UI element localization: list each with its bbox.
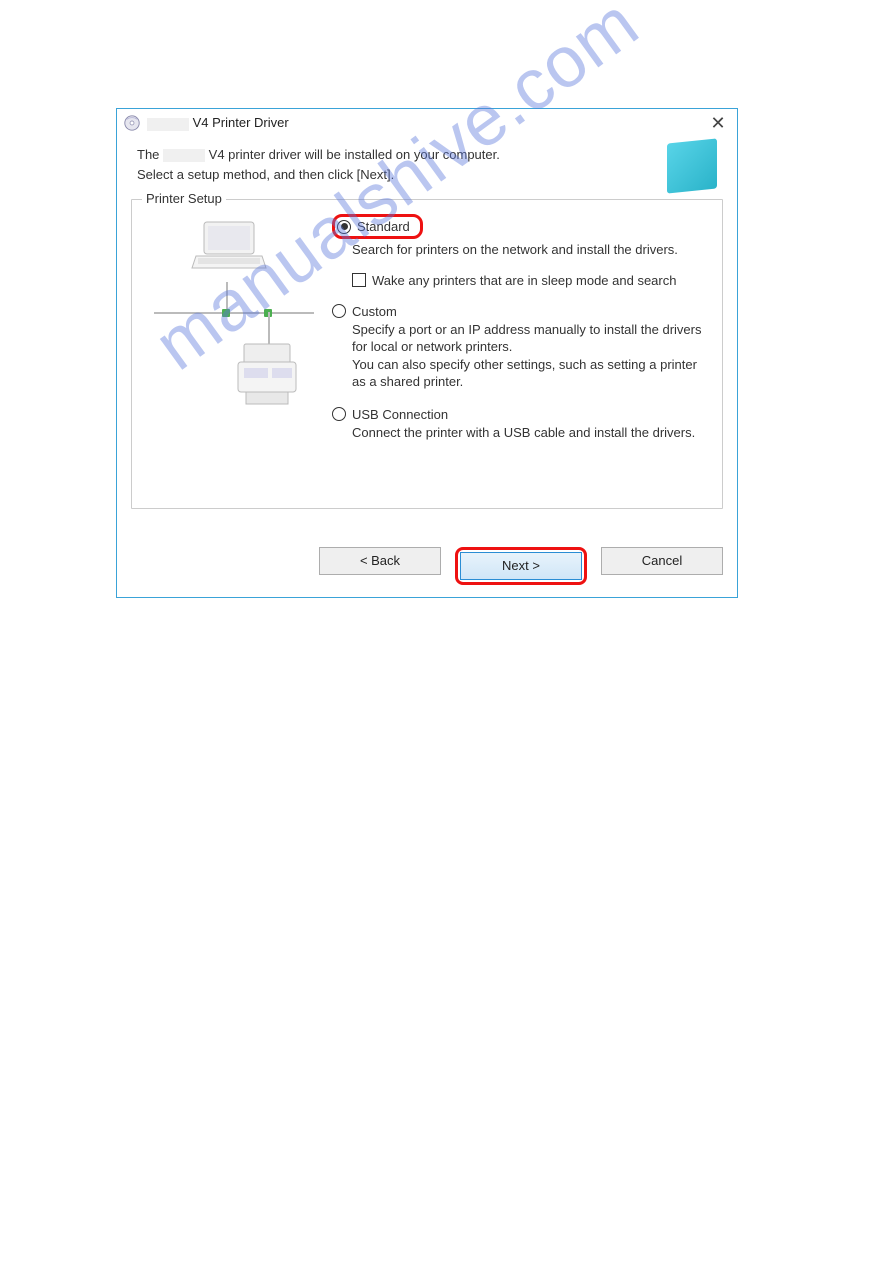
- installer-disc-icon: [123, 114, 141, 132]
- radio-custom[interactable]: [332, 304, 346, 318]
- usb-label: USB Connection: [352, 407, 448, 422]
- printer-icon: [234, 342, 300, 412]
- next-button-highlight: Next >: [455, 547, 587, 585]
- radio-usb[interactable]: [332, 407, 346, 421]
- standard-radio-highlight: Standard: [332, 214, 423, 239]
- installer-dialog: V4 Printer Driver ✕ The V4 printer drive…: [116, 108, 738, 598]
- network-diagram: [144, 214, 324, 496]
- wake-checkbox-label: Wake any printers that are in sleep mode…: [372, 273, 676, 288]
- standard-label: Standard: [357, 219, 410, 234]
- wake-checkbox-row: Wake any printers that are in sleep mode…: [352, 273, 710, 288]
- radio-standard[interactable]: [337, 220, 351, 234]
- printer-setup-group: Printer Setup: [131, 199, 723, 509]
- option-usb: USB Connection Connect the printer with …: [332, 407, 710, 442]
- dialog-title: V4 Printer Driver: [147, 115, 289, 130]
- laptop-icon: [190, 218, 268, 278]
- back-button[interactable]: < Back: [319, 547, 441, 575]
- brand-placeholder-2: [163, 149, 205, 162]
- titlebar: V4 Printer Driver ✕: [117, 109, 737, 137]
- standard-desc: Search for printers on the network and i…: [352, 241, 710, 259]
- intro-section: The V4 printer driver will be installed …: [117, 137, 737, 195]
- usb-desc: Connect the printer with a USB cable and…: [352, 424, 710, 442]
- header-cube-icon: [667, 138, 717, 193]
- custom-label: Custom: [352, 304, 397, 319]
- brand-placeholder: [147, 118, 189, 131]
- intro-line2: Select a setup method, and then click [N…: [137, 165, 657, 185]
- next-button[interactable]: Next >: [460, 552, 582, 580]
- intro-text: The V4 printer driver will be installed …: [137, 145, 657, 184]
- checkbox-wake-printers[interactable]: [352, 273, 366, 287]
- group-legend: Printer Setup: [142, 191, 226, 206]
- close-icon[interactable]: ✕: [705, 111, 731, 135]
- option-custom: Custom Specify a port or an IP address m…: [332, 304, 710, 391]
- intro-line1-suffix: V4 printer driver will be installed on y…: [209, 147, 500, 162]
- custom-desc: Specify a port or an IP address manually…: [352, 321, 710, 391]
- button-row: < Back Next > Cancel: [319, 547, 723, 585]
- intro-line1-prefix: The: [137, 147, 159, 162]
- option-standard: Standard Search for printers on the netw…: [332, 214, 710, 288]
- cancel-button[interactable]: Cancel: [601, 547, 723, 575]
- options-column: Standard Search for printers on the netw…: [324, 214, 710, 496]
- title-suffix: V4 Printer Driver: [193, 115, 289, 130]
